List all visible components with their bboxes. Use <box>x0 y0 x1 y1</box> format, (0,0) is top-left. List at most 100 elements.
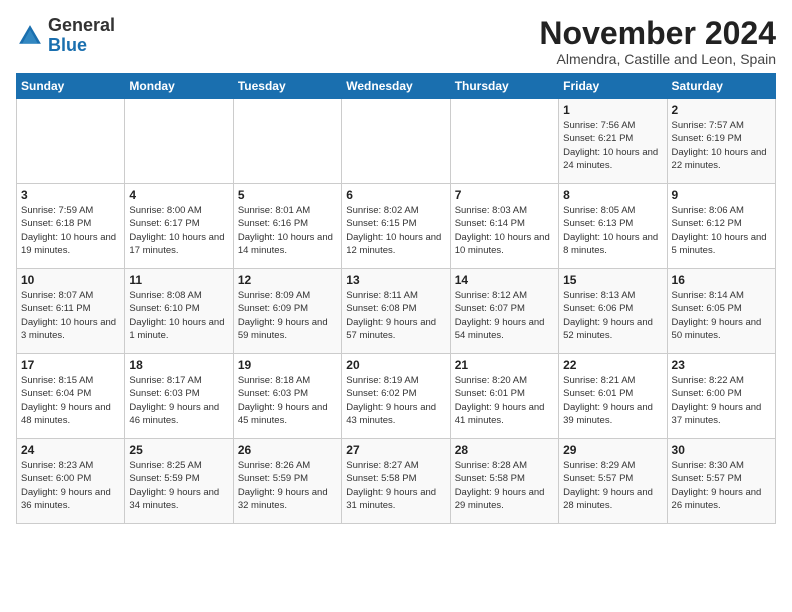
day-info: Sunrise: 8:20 AM Sunset: 6:01 PM Dayligh… <box>455 374 554 427</box>
calendar-cell: 22 Sunrise: 8:21 AM Sunset: 6:01 PM Dayli… <box>559 354 667 439</box>
calendar-cell: 13 Sunrise: 8:11 AM Sunset: 6:08 PM Dayli… <box>342 269 450 354</box>
logo-general-text: General <box>48 15 115 35</box>
day-number: 10 <box>21 273 120 287</box>
day-info: Sunrise: 8:12 AM Sunset: 6:07 PM Dayligh… <box>455 289 554 342</box>
day-number: 13 <box>346 273 445 287</box>
day-info: Sunrise: 8:26 AM Sunset: 5:59 PM Dayligh… <box>238 459 337 512</box>
calendar-cell: 15Sunrise: 8:13 AM Sunset: 6:06 PM Dayli… <box>559 269 667 354</box>
calendar-cell <box>342 99 450 184</box>
day-header-monday: Monday <box>125 74 233 99</box>
calendar-cell: 30 Sunrise: 8:30 AM Sunset: 5:57 PM Dayli… <box>667 439 775 524</box>
day-number: 11 <box>129 273 228 287</box>
day-number: 4 <box>129 188 228 202</box>
calendar-week-row: 10 Sunrise: 8:07 AM Sunset: 6:11 PM Dayli… <box>17 269 776 354</box>
logo-icon <box>16 22 44 50</box>
calendar-cell: 16Sunrise: 8:14 AM Sunset: 6:05 PM Dayli… <box>667 269 775 354</box>
calendar-cell: 25Sunrise: 8:25 AM Sunset: 5:59 PM Dayli… <box>125 439 233 524</box>
calendar-cell <box>125 99 233 184</box>
day-info: Sunrise: 8:28 AM Sunset: 5:58 PM Dayligh… <box>455 459 554 512</box>
day-info: Sunrise: 8:23 AM Sunset: 6:00 PM Dayligh… <box>21 459 120 512</box>
day-info: Sunrise: 8:09 AM Sunset: 6:09 PM Dayligh… <box>238 289 337 342</box>
calendar-cell: 1Sunrise: 7:56 AM Sunset: 6:21 PM Daylig… <box>559 99 667 184</box>
calendar-cell: 3Sunrise: 7:59 AM Sunset: 6:18 PM Daylig… <box>17 184 125 269</box>
day-number: 29 <box>563 443 662 457</box>
month-title: November 2024 <box>539 16 776 51</box>
day-info: Sunrise: 8:05 AM Sunset: 6:13 PM Dayligh… <box>563 204 662 257</box>
calendar-cell <box>233 99 341 184</box>
calendar-cell: 29 Sunrise: 8:29 AM Sunset: 5:57 PM Dayli… <box>559 439 667 524</box>
calendar-week-row: 17 Sunrise: 8:15 AM Sunset: 6:04 PM Dayli… <box>17 354 776 439</box>
day-info: Sunrise: 7:57 AM Sunset: 6:19 PM Dayligh… <box>672 119 771 172</box>
day-info: Sunrise: 7:56 AM Sunset: 6:21 PM Dayligh… <box>563 119 662 172</box>
calendar-cell: 11 Sunrise: 8:08 AM Sunset: 6:10 PM Dayli… <box>125 269 233 354</box>
day-number: 6 <box>346 188 445 202</box>
day-number: 27 <box>346 443 445 457</box>
day-header-friday: Friday <box>559 74 667 99</box>
day-info: Sunrise: 8:22 AM Sunset: 6:00 PM Dayligh… <box>672 374 771 427</box>
day-header-tuesday: Tuesday <box>233 74 341 99</box>
day-header-saturday: Saturday <box>667 74 775 99</box>
day-number: 24 <box>21 443 120 457</box>
calendar-cell: 6 Sunrise: 8:02 AM Sunset: 6:15 PM Daylig… <box>342 184 450 269</box>
calendar-cell: 24 Sunrise: 8:23 AM Sunset: 6:00 PM Dayli… <box>17 439 125 524</box>
calendar-cell: 26 Sunrise: 8:26 AM Sunset: 5:59 PM Dayli… <box>233 439 341 524</box>
day-number: 5 <box>238 188 337 202</box>
day-info: Sunrise: 8:29 AM Sunset: 5:57 PM Dayligh… <box>563 459 662 512</box>
day-number: 20 <box>346 358 445 372</box>
calendar-week-row: 3Sunrise: 7:59 AM Sunset: 6:18 PM Daylig… <box>17 184 776 269</box>
calendar-cell: 17 Sunrise: 8:15 AM Sunset: 6:04 PM Dayli… <box>17 354 125 439</box>
calendar-cell: 9 Sunrise: 8:06 AM Sunset: 6:12 PM Daylig… <box>667 184 775 269</box>
calendar-cell: 28 Sunrise: 8:28 AM Sunset: 5:58 PM Dayli… <box>450 439 558 524</box>
calendar-cell: 20Sunrise: 8:19 AM Sunset: 6:02 PM Dayli… <box>342 354 450 439</box>
calendar-cell: 12 Sunrise: 8:09 AM Sunset: 6:09 PM Dayli… <box>233 269 341 354</box>
day-number: 7 <box>455 188 554 202</box>
day-info: Sunrise: 8:21 AM Sunset: 6:01 PM Dayligh… <box>563 374 662 427</box>
calendar-cell: 27 Sunrise: 8:27 AM Sunset: 5:58 PM Dayli… <box>342 439 450 524</box>
header: General Blue November 2024 Almendra, Cas… <box>16 16 776 67</box>
day-number: 21 <box>455 358 554 372</box>
day-info: Sunrise: 8:30 AM Sunset: 5:57 PM Dayligh… <box>672 459 771 512</box>
day-info: Sunrise: 8:06 AM Sunset: 6:12 PM Dayligh… <box>672 204 771 257</box>
calendar-cell: 8 Sunrise: 8:05 AM Sunset: 6:13 PM Daylig… <box>559 184 667 269</box>
calendar-cell: 7Sunrise: 8:03 AM Sunset: 6:14 PM Daylig… <box>450 184 558 269</box>
day-info: Sunrise: 8:25 AM Sunset: 5:59 PM Dayligh… <box>129 459 228 512</box>
day-info: Sunrise: 8:18 AM Sunset: 6:03 PM Dayligh… <box>238 374 337 427</box>
day-header-thursday: Thursday <box>450 74 558 99</box>
day-info: Sunrise: 8:14 AM Sunset: 6:05 PM Dayligh… <box>672 289 771 342</box>
day-number: 9 <box>672 188 771 202</box>
logo-blue-text: Blue <box>48 35 87 55</box>
day-number: 28 <box>455 443 554 457</box>
day-info: Sunrise: 8:15 AM Sunset: 6:04 PM Dayligh… <box>21 374 120 427</box>
calendar-table: SundayMondayTuesdayWednesdayThursdayFrid… <box>16 73 776 524</box>
day-info: Sunrise: 8:08 AM Sunset: 6:10 PM Dayligh… <box>129 289 228 342</box>
logo: General Blue <box>16 16 115 56</box>
day-info: Sunrise: 8:27 AM Sunset: 5:58 PM Dayligh… <box>346 459 445 512</box>
day-info: Sunrise: 8:00 AM Sunset: 6:17 PM Dayligh… <box>129 204 228 257</box>
calendar-cell: 10 Sunrise: 8:07 AM Sunset: 6:11 PM Dayli… <box>17 269 125 354</box>
day-info: Sunrise: 8:07 AM Sunset: 6:11 PM Dayligh… <box>21 289 120 342</box>
calendar-week-row: 24 Sunrise: 8:23 AM Sunset: 6:00 PM Dayli… <box>17 439 776 524</box>
calendar-cell: 23Sunrise: 8:22 AM Sunset: 6:00 PM Dayli… <box>667 354 775 439</box>
day-number: 30 <box>672 443 771 457</box>
day-number: 14 <box>455 273 554 287</box>
calendar-header-row: SundayMondayTuesdayWednesdayThursdayFrid… <box>17 74 776 99</box>
day-number: 22 <box>563 358 662 372</box>
day-info: Sunrise: 8:13 AM Sunset: 6:06 PM Dayligh… <box>563 289 662 342</box>
calendar-cell: 14 Sunrise: 8:12 AM Sunset: 6:07 PM Dayli… <box>450 269 558 354</box>
calendar-cell: 2Sunrise: 7:57 AM Sunset: 6:19 PM Daylig… <box>667 99 775 184</box>
day-info: Sunrise: 8:02 AM Sunset: 6:15 PM Dayligh… <box>346 204 445 257</box>
title-block: November 2024 Almendra, Castille and Leo… <box>539 16 776 67</box>
day-info: Sunrise: 8:11 AM Sunset: 6:08 PM Dayligh… <box>346 289 445 342</box>
calendar-cell: 21 Sunrise: 8:20 AM Sunset: 6:01 PM Dayli… <box>450 354 558 439</box>
day-number: 12 <box>238 273 337 287</box>
calendar-cell: 4 Sunrise: 8:00 AM Sunset: 6:17 PM Daylig… <box>125 184 233 269</box>
calendar-cell <box>450 99 558 184</box>
day-info: Sunrise: 7:59 AM Sunset: 6:18 PM Dayligh… <box>21 204 120 257</box>
day-header-sunday: Sunday <box>17 74 125 99</box>
day-number: 8 <box>563 188 662 202</box>
day-number: 19 <box>238 358 337 372</box>
day-number: 17 <box>21 358 120 372</box>
location-subtitle: Almendra, Castille and Leon, Spain <box>539 51 776 67</box>
day-number: 18 <box>129 358 228 372</box>
day-number: 26 <box>238 443 337 457</box>
